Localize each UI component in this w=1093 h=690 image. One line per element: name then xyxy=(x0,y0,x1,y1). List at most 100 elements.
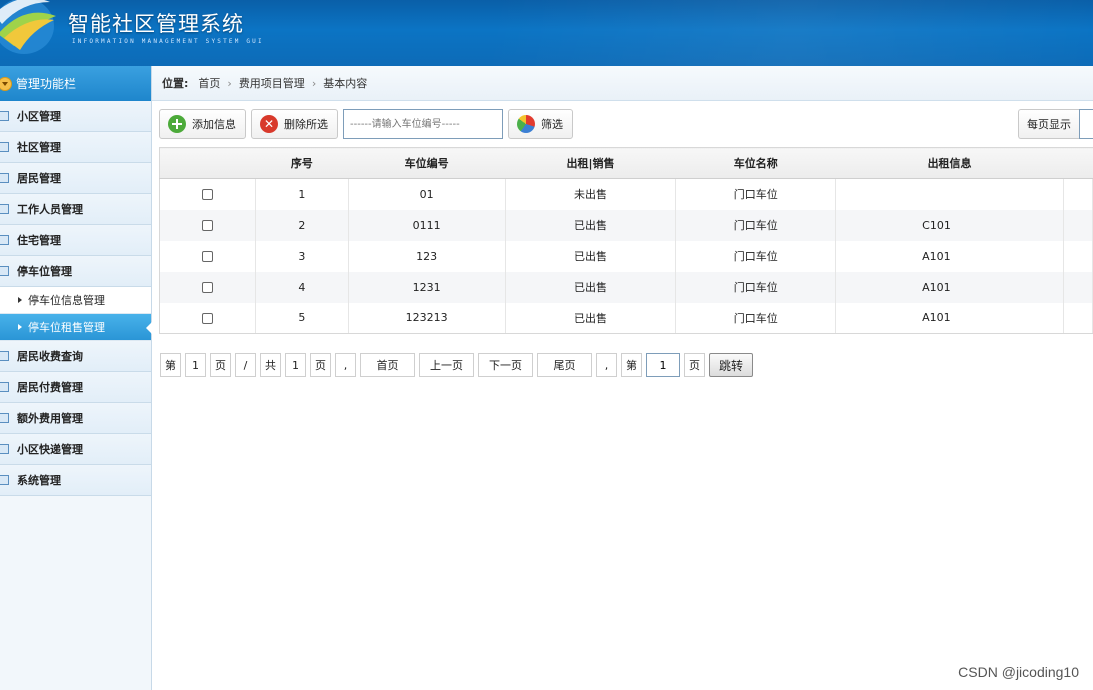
per-page-label: 每页显示 xyxy=(1018,109,1079,139)
pagination: 第 1 页 / 共 1 页 , 首页 上一页 下一页 尾页 , 第 页 跳转 xyxy=(160,353,753,377)
header-shine xyxy=(493,0,1093,66)
toolbar: 添加信息 ✕ 删除所选 筛选 xyxy=(159,109,578,139)
sidebar-item-label: 停车位管理 xyxy=(17,265,72,278)
page-jump-input[interactable] xyxy=(646,353,680,377)
row-no: 5 xyxy=(255,302,349,334)
pager-slash: / xyxy=(235,353,256,377)
sidebar-item-staff[interactable]: 工作人员管理 xyxy=(0,194,151,225)
sidebar: 管理功能栏 小区管理 社区管理 居民管理 工作人员管理 住宅管理 停车位管理 停… xyxy=(0,66,152,690)
pager-ye: 页 xyxy=(210,353,231,377)
row-select-cell xyxy=(159,240,256,272)
breadcrumb-fee-items[interactable]: 费用项目管理 xyxy=(239,75,305,91)
search-input[interactable] xyxy=(343,109,503,139)
sidebar-item-parking[interactable]: 停车位管理 xyxy=(0,256,151,287)
delete-button-label: 删除所选 xyxy=(284,118,328,131)
pager-ye3: 页 xyxy=(684,353,705,377)
list-icon xyxy=(0,111,9,121)
sidebar-item-label: 住宅管理 xyxy=(17,234,61,247)
edit-icon xyxy=(0,173,9,183)
row-info: A101 xyxy=(835,302,1064,334)
per-page-control: 每页显示 xyxy=(1018,109,1093,139)
sidebar-item-express[interactable]: 小区快递管理 xyxy=(0,434,151,465)
row-checkbox[interactable] xyxy=(201,189,213,201)
pager-comma: , xyxy=(335,353,356,377)
pager-gong: 共 xyxy=(260,353,281,377)
calendar-icon xyxy=(0,266,9,276)
sidebar-item-label: 小区管理 xyxy=(17,110,61,123)
breadcrumb-current: 基本内容 xyxy=(323,77,368,90)
sidebar-header[interactable]: 管理功能栏 xyxy=(0,66,151,101)
row-info: A101 xyxy=(835,240,1064,272)
row-name: 门口车位 xyxy=(675,271,837,303)
sidebar-item-xiaoqu[interactable]: 小区管理 xyxy=(0,101,151,132)
add-button[interactable]: 添加信息 xyxy=(159,109,246,139)
collapse-icon[interactable] xyxy=(0,76,12,91)
sidebar-item-payment[interactable]: 居民付费管理 xyxy=(0,372,151,403)
triangle-right-icon xyxy=(18,297,22,303)
jump-button[interactable]: 跳转 xyxy=(709,353,753,377)
row-extra xyxy=(1063,271,1093,303)
row-no: 4 xyxy=(255,271,349,303)
row-name: 门口车位 xyxy=(675,240,837,272)
breadcrumb-separator: › xyxy=(311,76,317,90)
row-select-cell xyxy=(159,178,256,210)
row-checkbox[interactable] xyxy=(201,312,213,324)
row-select-cell xyxy=(159,209,256,241)
per-page-select[interactable] xyxy=(1079,109,1093,139)
column-header-no: 序号 xyxy=(255,147,349,179)
sidebar-header-label: 管理功能栏 xyxy=(16,77,77,91)
pager-di2: 第 xyxy=(621,353,642,377)
calendar-icon xyxy=(0,235,9,245)
row-extra xyxy=(1063,209,1093,241)
prev-page-button[interactable]: 上一页 xyxy=(419,353,474,377)
sidebar-subitem-parking-rent[interactable]: 停车位租售管理 xyxy=(0,314,152,341)
breadcrumb-label: 位置: xyxy=(162,77,189,90)
sidebar-subitem-parking-info[interactable]: 停车位信息管理 xyxy=(0,287,151,314)
row-info xyxy=(835,178,1064,210)
row-checkbox[interactable] xyxy=(201,220,213,231)
column-header-name: 车位名称 xyxy=(675,147,836,179)
row-code: 01 xyxy=(348,178,506,210)
breadcrumb-separator: › xyxy=(227,76,232,90)
calendar-icon xyxy=(0,475,9,485)
row-extra xyxy=(1063,178,1093,210)
chat-icon xyxy=(0,142,9,152)
sidebar-item-housing[interactable]: 住宅管理 xyxy=(0,225,151,256)
row-no: 3 xyxy=(255,240,349,272)
sidebar-item-label: 居民管理 xyxy=(17,172,61,185)
pager-current-page: 1 xyxy=(185,353,206,377)
sidebar-item-label: 小区快递管理 xyxy=(17,443,83,456)
row-name: 门口车位 xyxy=(675,178,837,210)
row-info: A101 xyxy=(835,271,1064,303)
sidebar-item-extra-fee[interactable]: 额外费用管理 xyxy=(0,403,151,434)
row-status: 未出售 xyxy=(505,178,677,210)
sidebar-item-label: 居民付费管理 xyxy=(17,381,83,394)
breadcrumb: 位置: 首页 › 费用项目管理 › 基本内容 xyxy=(152,66,1093,101)
sidebar-item-shequ[interactable]: 社区管理 xyxy=(0,132,151,163)
next-page-button[interactable]: 下一页 xyxy=(478,353,533,377)
row-code: 0111 xyxy=(348,209,506,241)
row-code: 123 xyxy=(348,240,506,272)
calendar-icon xyxy=(0,444,9,454)
sidebar-item-system[interactable]: 系统管理 xyxy=(0,465,151,496)
add-button-label: 添加信息 xyxy=(192,118,236,131)
sidebar-item-fee-query[interactable]: 居民收费查询 xyxy=(0,341,151,372)
pager-ye2: 页 xyxy=(310,353,331,377)
row-checkbox[interactable] xyxy=(201,251,213,262)
sidebar-subitem-label: 停车位信息管理 xyxy=(28,294,105,307)
app-title: 智能社区管理系统 xyxy=(68,12,244,36)
table-row: 2 0111 已出售 门口车位 C101 xyxy=(159,209,1093,241)
row-select-cell xyxy=(159,302,256,334)
last-page-button[interactable]: 尾页 xyxy=(537,353,592,377)
pie-chart-icon xyxy=(517,115,535,133)
sidebar-item-label: 工作人员管理 xyxy=(17,203,83,216)
first-page-button[interactable]: 首页 xyxy=(360,353,415,377)
breadcrumb-home[interactable]: 首页 xyxy=(198,75,220,91)
pager-di: 第 xyxy=(160,353,181,377)
row-status: 已出售 xyxy=(505,240,677,272)
delete-selected-button[interactable]: ✕ 删除所选 xyxy=(251,109,338,139)
row-checkbox[interactable] xyxy=(201,282,213,293)
filter-button[interactable]: 筛选 xyxy=(508,109,573,139)
sidebar-item-jumin[interactable]: 居民管理 xyxy=(0,163,151,194)
sidebar-item-label: 系统管理 xyxy=(17,474,61,487)
